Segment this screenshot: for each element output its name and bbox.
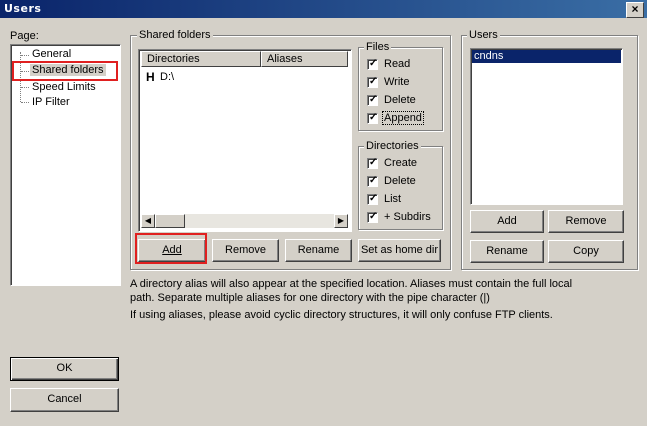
- add-highlight-box: [135, 233, 207, 264]
- user-item-label: cndns: [474, 50, 504, 62]
- scroll-left-icon[interactable]: ◀: [141, 214, 155, 228]
- rename-user-button[interactable]: Rename: [470, 240, 544, 263]
- rename-folder-button[interactable]: Rename: [285, 239, 352, 262]
- subdirs-checkbox[interactable]: ✓: [367, 211, 378, 223]
- column-aliases[interactable]: Aliases: [261, 51, 348, 67]
- remove-folder-button[interactable]: Remove: [212, 239, 279, 262]
- shared-folders-label: Shared folders: [137, 29, 213, 41]
- info-text-line1: A directory alias will also appear at th…: [130, 278, 573, 290]
- list-checkbox[interactable]: ✓: [367, 193, 378, 205]
- home-marker: H: [146, 70, 155, 84]
- users-list[interactable]: [470, 48, 623, 205]
- remove-user-button[interactable]: Remove: [548, 210, 624, 233]
- info-text-line3: If using aliases, please avoid cyclic di…: [130, 309, 553, 321]
- page-item-speed-limits[interactable]: Speed Limits: [32, 81, 96, 93]
- highlight-box: [12, 61, 118, 81]
- users-label: Users: [467, 29, 500, 41]
- info-text-line2: path. Separate multiple aliases for one …: [130, 292, 490, 304]
- scroll-thumb[interactable]: [155, 214, 185, 228]
- user-item-cndns[interactable]: cndns: [472, 50, 621, 63]
- delete-dir-checkbox[interactable]: ✓: [367, 175, 378, 187]
- column-directories[interactable]: Directories: [141, 51, 261, 67]
- list-label: List: [384, 193, 402, 205]
- set-home-dir-button[interactable]: Set as home dir: [358, 239, 441, 262]
- close-button[interactable]: ×: [626, 2, 644, 18]
- subdirs-label: + Subdirs: [384, 211, 431, 223]
- ok-button[interactable]: OK: [10, 357, 119, 381]
- page-item-ip-filter[interactable]: IP Filter: [32, 96, 70, 108]
- title-bar: [0, 0, 647, 18]
- write-checkbox[interactable]: ✓: [367, 76, 378, 88]
- delete-dir-label: Delete: [384, 175, 416, 187]
- tree-branch: [21, 87, 29, 88]
- delete-file-checkbox[interactable]: ✓: [367, 94, 378, 106]
- scroll-right-icon[interactable]: ▶: [334, 214, 348, 228]
- cancel-button[interactable]: Cancel: [10, 388, 119, 412]
- append-label: Append: [382, 111, 424, 125]
- tree-branch: [21, 55, 29, 56]
- tree-branch: [21, 102, 29, 103]
- create-label: Create: [384, 157, 418, 169]
- delete-file-label: Delete: [384, 94, 416, 106]
- add-user-button[interactable]: Add: [470, 210, 544, 233]
- page-item-general[interactable]: General: [32, 48, 71, 60]
- copy-user-button[interactable]: Copy: [548, 240, 624, 263]
- append-checkbox[interactable]: ✓: [367, 112, 378, 124]
- files-label: Files: [364, 41, 392, 53]
- window-title: Users: [4, 2, 42, 15]
- directories-label: Directories: [364, 140, 421, 152]
- read-checkbox[interactable]: ✓: [367, 58, 378, 70]
- write-label: Write: [384, 76, 410, 88]
- page-label: Page:: [10, 30, 39, 42]
- create-checkbox[interactable]: ✓: [367, 157, 378, 169]
- read-label: Read: [384, 58, 411, 70]
- directory-cell[interactable]: D:\: [160, 71, 174, 83]
